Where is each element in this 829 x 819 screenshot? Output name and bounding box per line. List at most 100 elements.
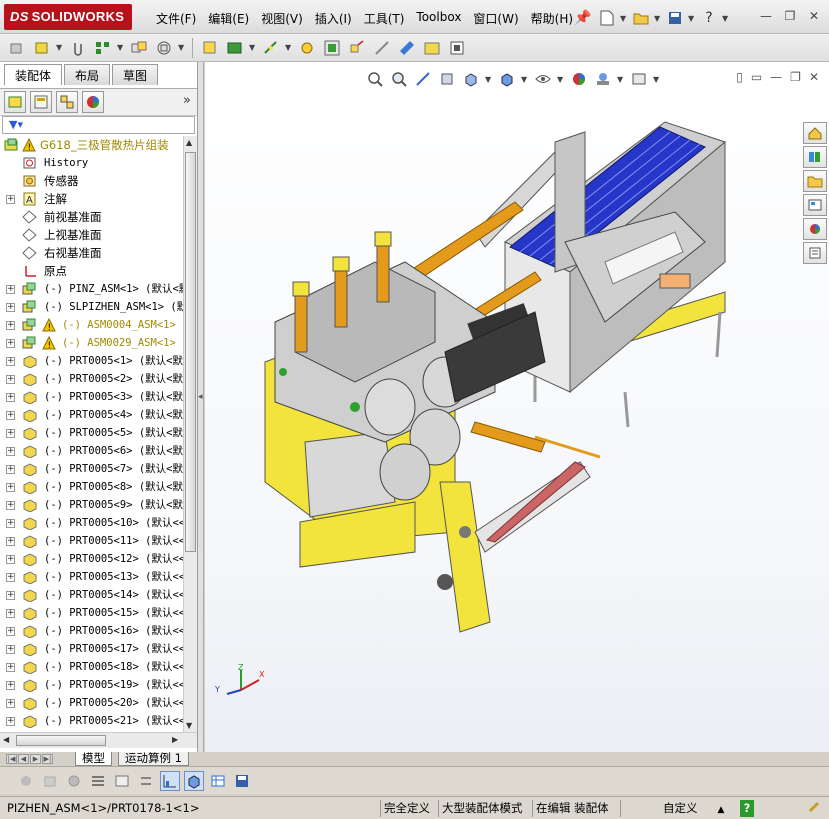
tree-item[interactable]: + (-) PRT0005<11> (默认<< [0,532,183,550]
move-component-icon[interactable] [153,37,175,59]
expand-icon[interactable]: + [6,591,15,600]
tree-item[interactable]: + (-) PRT0005<16> (默认<< [0,622,183,640]
paperclip-icon[interactable] [67,37,89,59]
pattern-icon[interactable] [92,37,114,59]
bill-of-materials-icon[interactable] [296,37,318,59]
restore-icon[interactable]: ❐ [781,8,799,24]
status-units-dropdown[interactable]: 自定义 ▲ [620,800,760,817]
chevron-down-icon[interactable]: ▼ [117,43,125,52]
scroll-thumb[interactable] [16,735,106,746]
tree-item[interactable]: History [0,154,183,172]
shaded-disabled-icon[interactable] [16,771,36,791]
tree-item[interactable]: + (-) PINZ_ASM<1> (默认<默 [0,280,183,298]
tree-item[interactable]: + (-) PRT0005<21> (默认<< [0,712,183,730]
menu-toolbox[interactable]: Toolbox [410,8,467,28]
tree-item[interactable]: + (-) PRT0005<4> (默认<默 [0,406,183,424]
assembly-features-icon[interactable] [224,37,246,59]
expand-icon[interactable]: + [6,573,15,582]
rebuild-icon[interactable] [804,800,824,817]
tab-motion-study[interactable]: 运动算例 1 [118,752,189,766]
table-view-icon[interactable] [112,771,132,791]
expand-icon[interactable]: + [6,411,15,420]
menu-tools[interactable]: 工具(T) [358,8,411,28]
tab-assembly[interactable]: 装配体 [4,64,63,85]
property-manager-icon[interactable] [30,91,52,113]
tree-item[interactable]: 前视基准面 [0,208,183,226]
design-library-icon[interactable] [803,146,827,168]
expand-icon[interactable]: + [6,519,15,528]
expand-icon[interactable]: + [6,285,15,294]
scroll-down-icon[interactable]: ▼ [186,721,192,730]
tree-item[interactable]: + (-) PRT0005<9> (默认<默 [0,496,183,514]
list-icon[interactable] [88,771,108,791]
tree-item[interactable]: + (-) PRT0005<6> (默认<默 [0,442,183,460]
help-status-icon[interactable]: ? [740,800,754,817]
expand-icon[interactable]: + [6,537,15,546]
solidworks-logo[interactable]: DS SOLIDWORKS [4,4,132,30]
expand-icon[interactable]: + [6,717,15,726]
expand-icon[interactable]: + [6,681,15,690]
expand-icon[interactable]: + [6,501,15,510]
expand-icon[interactable]: + [6,609,15,618]
appearances-icon[interactable] [803,218,827,240]
configuration-manager-icon[interactable] [56,91,78,113]
tree-item[interactable]: + (-) PRT0005<1> (默认<默 [0,352,183,370]
expand-icon[interactable]: + [6,645,15,654]
tab-layout[interactable]: 布局 [64,64,111,85]
close-icon[interactable]: ✕ [805,8,823,24]
tree-item[interactable]: 原点 [0,262,183,280]
chevron-down-icon[interactable]: ▼ [56,43,64,52]
tree-item[interactable]: + (-) PRT0005<3> (默认<默 [0,388,183,406]
mate-icon[interactable] [128,37,150,59]
interference-icon[interactable] [371,37,393,59]
tree-item[interactable]: + (-) PRT0005<17> (默认<< [0,640,183,658]
tree-item[interactable]: 上视基准面 [0,226,183,244]
expand-icon[interactable]: + [6,699,15,708]
file-explorer-icon[interactable] [803,170,827,192]
tree-item[interactable]: + (-) PRT0005<10> (默认<< [0,514,183,532]
graphics-area[interactable]: ▼ ▼ ▼ ▼ ▼ ▯ ▭ — ❐ ✕ Z X Y [205,62,829,752]
tree-filter[interactable]: ▼▾ [2,116,195,134]
tree-item[interactable]: + (-) PRT0005<12> (默认<< [0,550,183,568]
custom-properties-icon[interactable] [803,242,827,264]
tree-item[interactable]: +! (-) ASM0029_ASM<1> ( [0,334,183,352]
explode-line-icon[interactable] [346,37,368,59]
menu-view[interactable]: 视图(V) [255,8,309,28]
snapshot-icon[interactable] [421,37,443,59]
tree-item[interactable]: + (-) PRT0005<18> (默认<< [0,658,183,676]
tree-item[interactable]: +! (-) ASM0004_ASM<1> ( [0,316,183,334]
tree-item[interactable]: + (-) PRT0005<15> (默认<< [0,604,183,622]
chart-view-icon[interactable] [160,770,180,791]
new-part-icon[interactable] [31,37,53,59]
chevron-up-icon[interactable]: ▲ [718,805,725,815]
open-folder-icon[interactable] [630,7,652,29]
tree-item[interactable]: 右视基准面 [0,244,183,262]
collapse-panel-icon[interactable]: ◂ [198,392,203,402]
hide-show-icon[interactable] [199,37,221,59]
minimize-icon[interactable]: — [757,8,775,24]
tab-model[interactable]: 模型 [75,752,112,766]
chevron-down-icon[interactable]: ▼ [285,43,293,52]
spreadsheet-icon[interactable] [208,771,228,791]
expand-icon[interactable]: + [6,663,15,672]
tree-item[interactable]: + A 注解 [0,190,183,208]
last-tab-icon[interactable]: ▶| [42,754,53,764]
expand-icon[interactable]: + [6,393,15,402]
first-tab-icon[interactable]: |◀ [6,754,17,764]
tree-root-assembly[interactable]: ! G618_三极管散热片组装 [0,136,183,154]
expand-icon[interactable]: + [6,357,15,366]
menu-window[interactable]: 窗口(W) [467,8,524,28]
instant3d-icon[interactable] [396,37,418,59]
tree-item[interactable]: + (-) PRT0005<8> (默认<默 [0,478,183,496]
save-icon[interactable] [664,7,686,29]
reference-geometry-icon[interactable] [260,37,282,59]
home-icon[interactable] [803,122,827,144]
help-icon[interactable]: ? [698,7,720,29]
chevron-down-icon[interactable]: ▼ [654,14,662,23]
tree-item[interactable]: + (-) SLPIZHEN_ASM<1> (默 [0,298,183,316]
assembly-model-render[interactable] [205,62,829,752]
chevron-down-icon[interactable]: ▼ [722,14,730,23]
compare-icon[interactable] [136,771,156,791]
expand-icon[interactable]: + [6,447,15,456]
expand-panel-icon[interactable]: » [183,93,191,108]
